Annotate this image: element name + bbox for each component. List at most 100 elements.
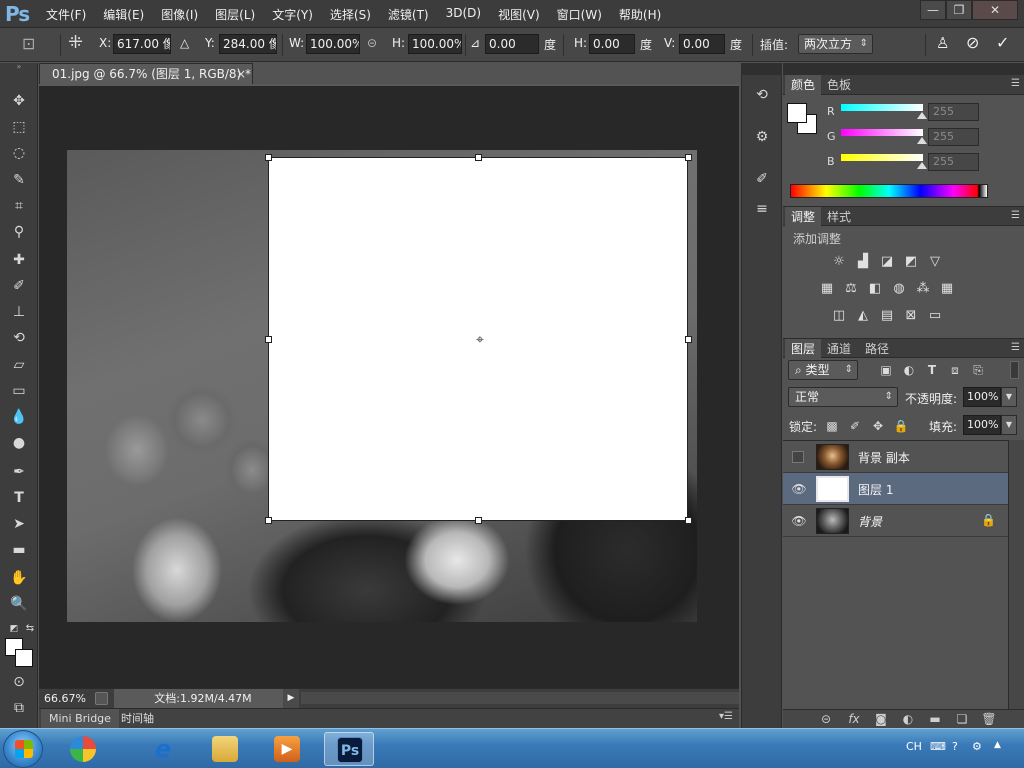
filter-adjustment-icon[interactable]: ◐ [901,362,917,378]
menu-layer[interactable]: 图层(L) [215,6,255,23]
lock-image-icon[interactable]: ✐ [847,418,863,434]
menu-help[interactable]: 帮助(H) [619,6,661,23]
horizontal-scrollbar[interactable] [301,692,739,704]
layer-style-icon[interactable]: fx [846,711,862,727]
menu-window[interactable]: 窗口(W) [557,6,602,23]
menu-filter[interactable]: 滤镜(T) [388,6,429,23]
new-adjustment-layer-icon[interactable]: ◐ [900,711,916,727]
eyedropper-tool-icon[interactable]: ⚲ [9,222,29,242]
v-skew-field[interactable]: 0.00 [679,34,725,54]
color-panel-menu-icon[interactable]: ☰ [1011,78,1020,89]
commit-transform-icon[interactable]: ✓ [996,33,1009,52]
handle-bottom-right[interactable] [685,517,692,524]
foreground-color-box[interactable] [787,103,807,123]
tab-layers[interactable]: 图层 [785,339,822,359]
y-position-field[interactable]: 284.00 像素 [219,34,277,54]
relative-position-icon[interactable]: △ [180,36,189,50]
reference-point-crosshair-icon[interactable]: ⌖ [473,333,487,347]
color-lookup-icon[interactable]: ▦ [938,280,956,298]
close-window-button[interactable]: ✕ [972,0,1018,20]
warp-mode-icon[interactable]: ♙ [936,34,949,52]
marquee-tool-icon[interactable]: ⬚ [9,117,29,137]
zoom-tool-icon[interactable]: 🔍 [9,594,29,614]
quick-mask-icon[interactable]: ⊙ [9,672,29,692]
transform-tool-icon[interactable]: ⊡ [22,34,35,53]
blur-tool-icon[interactable]: 💧 [9,407,29,427]
swap-colors-icon[interactable]: ⇆ [20,619,40,639]
photo-filter-icon[interactable]: ◍ [890,280,908,298]
status-menu-arrow-icon[interactable]: ▶ [283,689,299,708]
menu-view[interactable]: 视图(V) [498,6,540,23]
channel-g-value[interactable]: 255 [928,128,979,146]
tray-settings-icon[interactable]: ⚙ [972,740,982,753]
selective-color-icon[interactable]: ⊠ [902,307,920,325]
tab-adjustments[interactable]: 调整 [785,207,822,227]
help-icon[interactable]: ? [952,740,958,753]
brush-presets-icon[interactable]: ≡ [752,199,772,219]
hue-saturation-icon[interactable]: ▦ [818,280,836,298]
menu-file[interactable]: 文件(F) [46,6,86,23]
handle-bottom-left[interactable] [265,517,272,524]
rectangle-tool-icon[interactable]: ▬ [9,540,29,560]
zoom-level-field[interactable]: 66.67% [39,689,87,708]
layer-name[interactable]: 图层 1 [858,481,893,498]
channel-mixer-icon[interactable]: ⁂ [914,280,932,298]
interpolation-dropdown[interactable]: 两次立方 [798,34,873,54]
channel-g-thumb[interactable] [917,137,927,144]
taskbar-ie[interactable]: e [138,732,188,766]
type-tool-icon[interactable]: T [9,488,29,508]
handle-bottom-center[interactable] [475,517,482,524]
adjust-panel-menu-icon[interactable]: ☰ [1011,210,1020,221]
black-white-icon[interactable]: ◧ [866,280,884,298]
color-spectrum-bar[interactable] [790,184,988,198]
handle-middle-right[interactable] [685,336,692,343]
layers-scrollbar[interactable] [1008,440,1024,710]
background-color-swatch[interactable] [15,649,33,667]
minimize-button[interactable]: — [920,0,946,20]
channel-b-value[interactable]: 255 [928,153,979,171]
lasso-tool-icon[interactable]: ◌ [9,143,29,163]
tab-styles[interactable]: 样式 [821,207,857,227]
lock-transparent-icon[interactable]: ▩ [824,418,840,434]
tab-mini-bridge[interactable]: Mini Bridge [41,709,119,728]
layer-name[interactable]: 背景 [858,513,882,530]
layer-row[interactable]: 背景 副本 [783,441,1008,473]
menu-3d[interactable]: 3D(D) [446,6,481,23]
panel-menu-icon[interactable]: ▾☰ [719,711,733,722]
menu-image[interactable]: 图像(I) [161,6,198,23]
handle-middle-left[interactable] [265,336,272,343]
taskbar-app-1[interactable] [58,732,108,766]
delete-layer-icon[interactable]: 🗑 [981,711,997,727]
close-document-icon[interactable]: × [236,64,246,84]
cancel-transform-icon[interactable]: ⊘ [966,33,979,52]
x-position-field[interactable]: 617.00 像素 [113,34,171,54]
document-tab[interactable]: 01.jpg @ 66.7% (图层 1, RGB/8) * × [39,63,253,85]
filter-smart-object-icon[interactable]: ⎘ [970,362,986,378]
channel-r-slider[interactable] [841,104,923,111]
menu-select[interactable]: 选择(S) [330,6,371,23]
taskbar-media[interactable]: ▶ [262,732,312,766]
brush-panel-icon[interactable]: ✐ [752,169,772,189]
brightness-contrast-icon[interactable]: ☼ [830,253,848,271]
layer-row[interactable]: 👁 图层 1 [783,473,1008,505]
screen-mode-icon[interactable]: ⧉ [9,698,29,718]
layers-panel-menu-icon[interactable]: ☰ [1011,342,1020,353]
move-tool-icon[interactable]: ✥ [9,91,29,111]
opacity-dropdown-arrow-icon[interactable]: ▼ [1001,387,1017,407]
canvas-area[interactable]: ⌖ [39,86,739,688]
history-brush-tool-icon[interactable]: ⟲ [9,328,29,348]
eraser-tool-icon[interactable]: ▱ [9,355,29,375]
path-select-tool-icon[interactable]: ➤ [9,514,29,534]
blend-mode-dropdown[interactable]: 正常 [788,387,898,407]
handle-top-right[interactable] [685,154,692,161]
layer-row[interactable]: 👁 背景 🔒 [783,505,1008,537]
lock-position-icon[interactable]: ✥ [870,418,886,434]
collapse-toolbar-icon[interactable]: » [9,62,29,72]
link-icon[interactable]: ⊝ [367,36,377,50]
lock-all-icon[interactable]: 🔒 [893,418,909,434]
healing-brush-tool-icon[interactable]: ✚ [9,250,29,270]
properties-panel-icon[interactable]: ⚙ [752,127,772,147]
taskbar-photoshop[interactable]: Ps [324,732,374,766]
gradient-map-icon[interactable]: ▭ [926,307,944,325]
rotate-angle-field[interactable]: 0.00 [485,34,539,54]
